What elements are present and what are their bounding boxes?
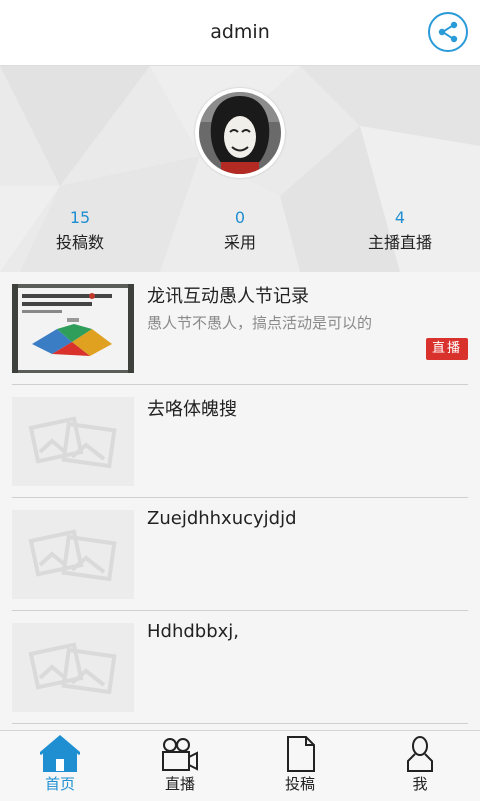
user-avatar-icon (199, 92, 281, 174)
profile-header: 15 投稿数 0 采用 4 主播直播 (0, 66, 480, 272)
tab-label: 投稿 (284, 775, 315, 793)
post-thumbnail (12, 397, 134, 486)
photo-thumbnail (12, 284, 134, 373)
post-description: 愚人节不愚人，搞点活动是可以的 (147, 314, 373, 332)
live-badge: 直播 (425, 338, 468, 360)
stat-label: 采用 (223, 233, 256, 252)
post-thumbnail (12, 623, 134, 712)
post-thumbnail (12, 284, 134, 373)
tab-submit[interactable]: 投稿 (240, 731, 360, 801)
list-item[interactable]: Hdhdbbxj, (12, 611, 468, 724)
list-item[interactable]: 龙讯互动愚人节记录 愚人节不愚人，搞点活动是可以的 直播 (12, 272, 468, 385)
stat-value: 4 (394, 208, 406, 227)
tab-label: 直播 (164, 775, 195, 793)
bottom-tab-bar: 首页 直播 投稿 我 (0, 730, 480, 801)
person-icon (407, 736, 433, 772)
share-icon (438, 21, 458, 43)
tab-home[interactable]: 首页 (0, 731, 120, 801)
post-title: Zuejdhhxucyjdjd (147, 508, 297, 529)
stat-label: 投稿数 (55, 233, 104, 252)
image-placeholder-icon (12, 623, 134, 712)
image-placeholder-icon (12, 510, 134, 599)
page-title: admin (210, 21, 270, 43)
post-title: Hdhdbbxj, (147, 621, 240, 642)
stat-live-streams[interactable]: 4 主播直播 (320, 206, 480, 266)
stats-row: 15 投稿数 0 采用 4 主播直播 (0, 206, 480, 266)
stat-value: 15 (69, 208, 91, 227)
list-item[interactable]: Zuejdhhxucyjdjd (12, 498, 468, 611)
post-title: 去咯体魄搜 (147, 399, 237, 420)
tab-live[interactable]: 直播 (120, 731, 240, 801)
stat-adopted[interactable]: 0 采用 (160, 206, 320, 266)
tab-label: 我 (412, 775, 428, 793)
share-button[interactable] (428, 12, 468, 52)
stat-label: 主播直播 (367, 233, 432, 252)
avatar (199, 92, 281, 174)
tab-me[interactable]: 我 (360, 731, 480, 801)
top-bar: admin (0, 0, 480, 66)
document-icon (287, 736, 315, 772)
list-item[interactable]: 去咯体魄搜 (12, 385, 468, 498)
tab-label: 首页 (44, 775, 75, 793)
stat-value: 0 (234, 208, 246, 227)
stat-submissions[interactable]: 15 投稿数 (0, 206, 160, 266)
home-icon (40, 735, 80, 772)
avatar-frame[interactable] (195, 88, 285, 178)
video-camera-icon (162, 738, 198, 771)
post-list: 龙讯互动愚人节记录 愚人节不愚人，搞点活动是可以的 直播 去咯体魄搜 Zuejd… (0, 272, 480, 730)
post-title: 龙讯互动愚人节记录 (147, 286, 309, 307)
image-placeholder-icon (12, 397, 134, 486)
post-thumbnail (12, 510, 134, 599)
